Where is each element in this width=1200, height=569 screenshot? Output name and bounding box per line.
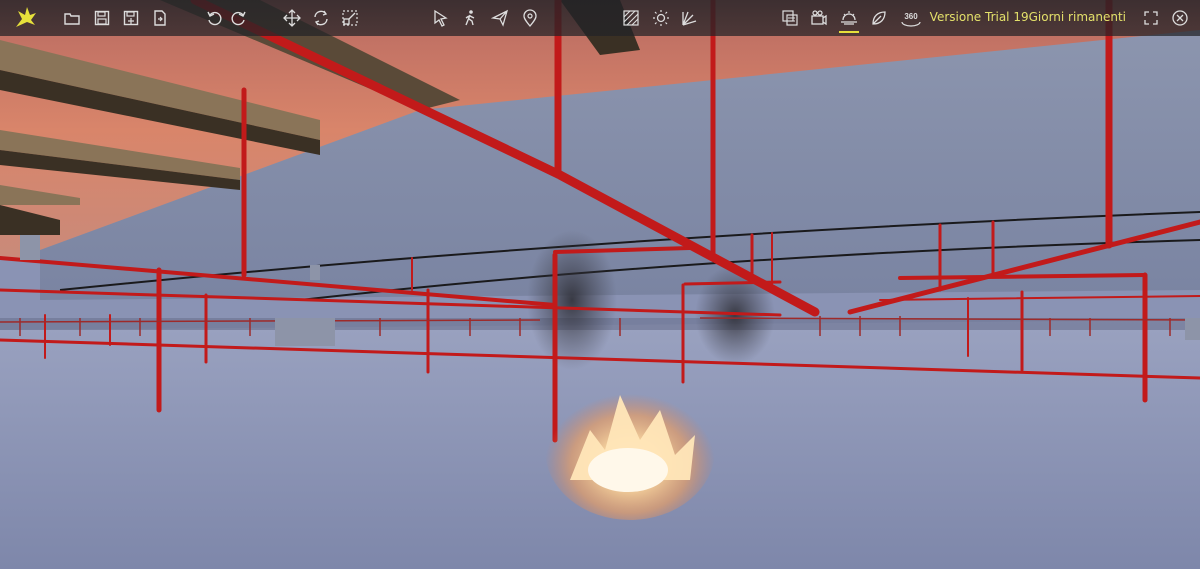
material-hatch-icon[interactable] (619, 6, 643, 30)
walk-mode-icon[interactable] (458, 6, 482, 30)
app-logo[interactable] (12, 5, 38, 31)
folder-open-icon[interactable] (60, 6, 84, 30)
palette-icon[interactable] (677, 6, 701, 30)
layers-icon[interactable] (778, 6, 802, 30)
view-360-label: 360 (904, 12, 918, 21)
fire-effect (545, 380, 715, 520)
trial-status-text: Versione Trial 19Giorni rimanenti (929, 10, 1126, 24)
camera-icon[interactable] (807, 6, 831, 30)
save-as-icon[interactable] (119, 6, 143, 30)
top-toolbar: 360 Versione Trial 19Giorni rimanenti (0, 0, 1200, 36)
close-icon[interactable] (1168, 6, 1192, 30)
maximize-icon[interactable] (1139, 6, 1163, 30)
save-icon[interactable] (90, 6, 114, 30)
send-icon[interactable] (488, 6, 512, 30)
scale-select-icon[interactable] (338, 6, 362, 30)
sun-light-icon[interactable] (649, 6, 673, 30)
select-pointer-icon[interactable] (429, 6, 453, 30)
export-document-icon[interactable] (148, 6, 172, 30)
3d-viewport[interactable] (0, 0, 1200, 569)
environment-icon[interactable] (837, 6, 861, 33)
location-pin-icon[interactable] (518, 6, 542, 30)
rotate-icon[interactable] (309, 6, 333, 30)
undo-icon[interactable] (202, 6, 226, 30)
move-icon[interactable] (280, 6, 304, 30)
annotate-leaf-icon[interactable] (867, 6, 891, 30)
view-360-icon[interactable]: 360 (896, 6, 926, 30)
redo-icon[interactable] (227, 6, 251, 30)
